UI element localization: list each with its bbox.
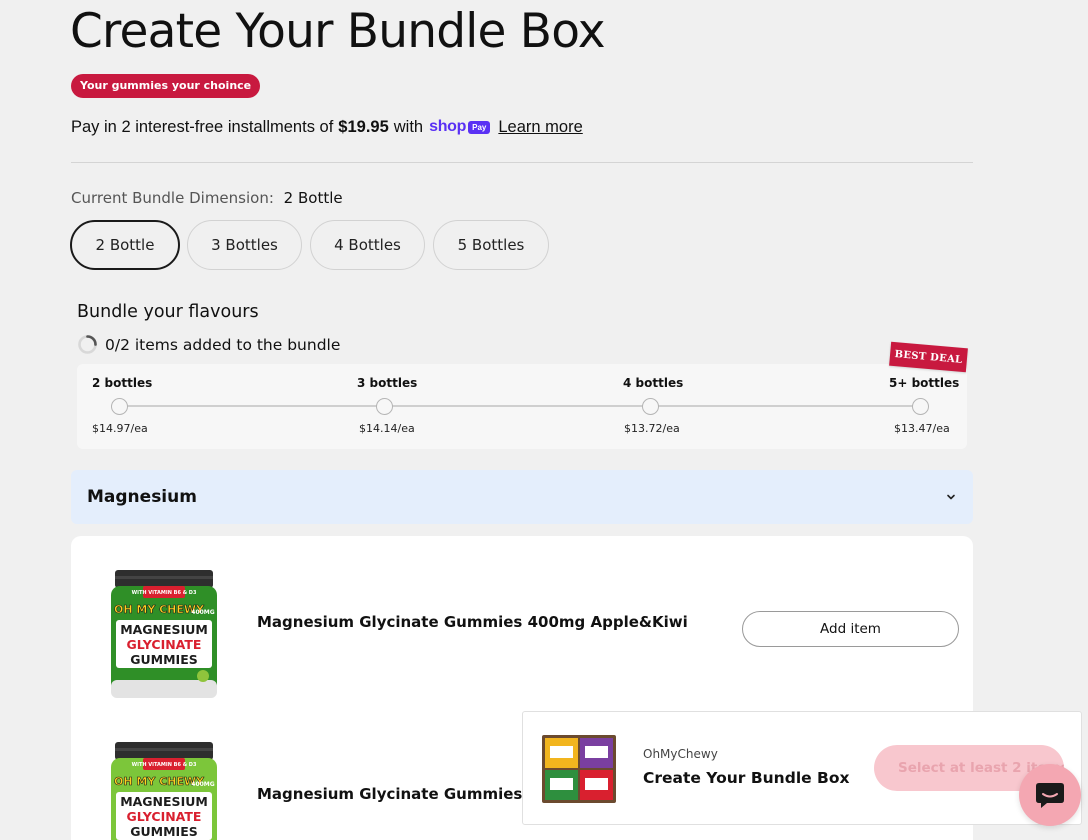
dimension-value: 2 Bottle (283, 189, 343, 207)
installments-prefix: Pay in 2 interest-free installments of (71, 117, 334, 136)
bundle-box-image (542, 735, 616, 803)
shop-pay-pay-text: Pay (468, 120, 491, 134)
promo-tag: Your gummies your choince (71, 74, 261, 98)
size-option-2-bottle[interactable]: 2 Bottle (70, 220, 180, 270)
collection-accordion-magnesium[interactable]: Magnesium (71, 470, 973, 524)
tier-label-5plus: 5+ bottles (889, 376, 960, 390)
progress-text: 0/2 items added to the bundle (105, 335, 341, 354)
dimension-label: Current Bundle Dimension: (71, 189, 274, 207)
product-title[interactable]: Magnesium Glycinate Gummies 400mg Apple&… (257, 613, 688, 631)
sticky-title: Create Your Bundle Box (643, 769, 850, 787)
tier-progress-card: 2 bottles $14.97/ea 3 bottles $14.14/ea … (77, 364, 967, 449)
installments-amount: $19.95 (338, 117, 389, 136)
tier-track (119, 405, 921, 407)
tier-dot-3 (376, 398, 393, 415)
jar-dose-text: 400MG (191, 781, 214, 788)
tier-price-4: $13.72/ea (624, 422, 680, 435)
shop-pay-logo-icon: shop Pay (429, 118, 491, 136)
progress-spinner-icon (78, 335, 97, 354)
size-option-5-bottles[interactable]: 5 Bottles (433, 220, 549, 270)
section-divider (71, 162, 973, 163)
tier-price-2: $14.97/ea (92, 422, 148, 435)
tier-label-4: 4 bottles (623, 376, 684, 390)
tier-price-3: $14.14/ea (359, 422, 415, 435)
shop-pay-shop-text: shop (429, 118, 467, 135)
product-image-apple-kiwi[interactable]: WITH VITAMIN B6 & D3 OH MY CHEWY 400MG M… (107, 568, 221, 702)
bundle-builder-page: Create Your Bundle Box Your gummies your… (0, 0, 1088, 840)
collection-title: Magnesium (87, 487, 197, 507)
tier-label-2: 2 bottles (92, 376, 153, 390)
tier-price-5plus: $13.47/ea (894, 422, 950, 435)
sticky-bundle-bar: OhMyChewy Create Your Bundle Box Select … (522, 711, 1082, 825)
jar-badge-text: WITH VITAMIN B6 & D3 (132, 762, 197, 768)
page-title: Create Your Bundle Box (70, 4, 606, 59)
add-item-button[interactable]: Add item (742, 611, 959, 647)
jar-badge-text: WITH VITAMIN B6 & D3 (132, 590, 197, 596)
jar-line2-text: GLYCINATE (127, 637, 202, 652)
tier-dot-5plus (912, 398, 929, 415)
installments-message: Pay in 2 interest-free installments of $… (71, 116, 583, 138)
learn-more-link[interactable]: Learn more (498, 118, 582, 137)
bundle-section-title: Bundle your flavours (77, 302, 259, 322)
tier-label-3: 3 bottles (357, 376, 418, 390)
jar-dose-text: 400MG (191, 609, 214, 616)
jar-line1-text: MAGNESIUM (120, 794, 208, 809)
installments-with: with (393, 117, 424, 136)
chat-bubble-icon (1036, 783, 1064, 808)
size-option-4-bottles[interactable]: 4 Bottles (310, 220, 425, 270)
chat-launcher-button[interactable] (1019, 764, 1081, 826)
chevron-down-icon (947, 494, 955, 500)
bundle-dimension-row: Current Bundle Dimension: 2 Bottle (71, 189, 343, 207)
size-option-3-bottles[interactable]: 3 Bottles (187, 220, 302, 270)
tier-dot-4 (642, 398, 659, 415)
product-image-magnesium[interactable]: WITH VITAMIN B6 & D3 OH MY CHEWY 400MG M… (107, 740, 221, 840)
bundle-progress: 0/2 items added to the bundle (77, 334, 340, 355)
sticky-vendor: OhMyChewy (643, 747, 718, 761)
jar-line1-text: MAGNESIUM (120, 622, 208, 637)
tier-dot-2 (111, 398, 128, 415)
jar-line3-text: GUMMIES (130, 652, 197, 667)
jar-line2-text: GLYCINATE (127, 809, 202, 824)
jar-line3-text: GUMMIES (130, 824, 197, 839)
